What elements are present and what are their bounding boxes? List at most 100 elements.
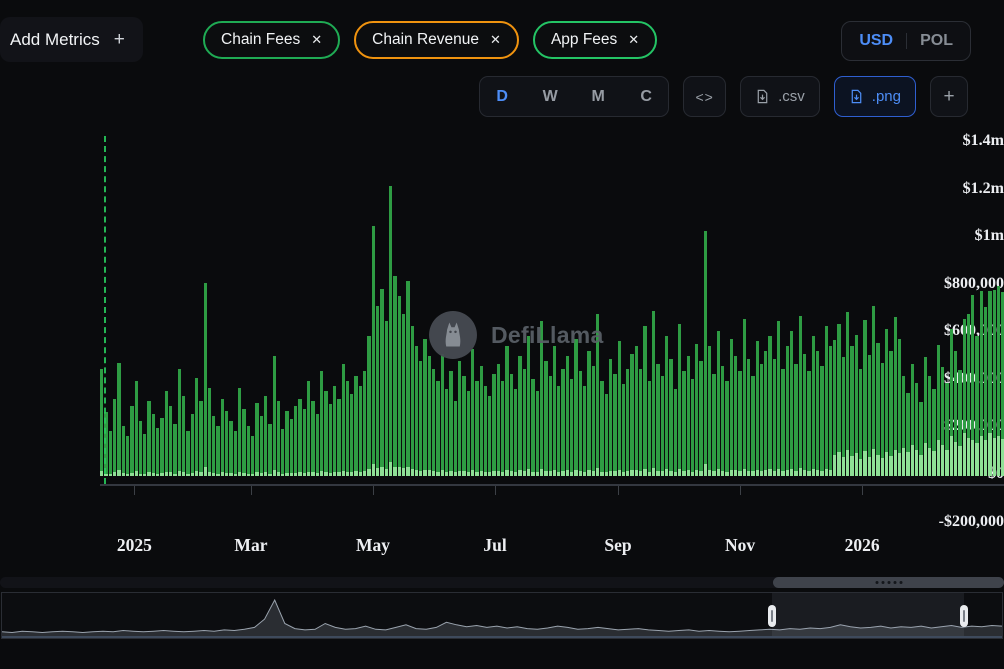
bar — [260, 416, 263, 476]
bar — [945, 383, 948, 476]
seg-app-fees — [277, 472, 280, 476]
bar — [725, 381, 728, 476]
seg-chain-fees — [380, 289, 383, 467]
bar — [553, 346, 556, 476]
interval-button-c[interactable]: C — [626, 88, 666, 106]
seg-chain-fees — [514, 389, 517, 472]
seg-app-fees — [721, 471, 724, 476]
seg-chain-fees — [980, 291, 983, 436]
seg-app-fees — [372, 464, 375, 476]
timeline-navigator[interactable] — [1, 592, 1003, 639]
seg-chain-fees — [523, 369, 526, 471]
embed-button[interactable]: <> — [683, 76, 726, 117]
horizontal-scrollbar[interactable] — [0, 577, 1004, 588]
seg-chain-fees — [398, 296, 401, 467]
bar — [751, 376, 754, 476]
add-chart-button[interactable]: + — [930, 76, 968, 117]
currency-option-pol[interactable]: POL — [907, 32, 966, 50]
seg-app-fees — [544, 471, 547, 477]
bar — [471, 349, 474, 476]
seg-app-fees — [540, 469, 543, 476]
seg-chain-fees — [613, 374, 616, 472]
seg-chain-fees — [147, 401, 150, 472]
seg-chain-fees — [260, 416, 263, 473]
seg-chain-fees — [484, 386, 487, 472]
seg-app-fees — [393, 467, 396, 477]
bar — [717, 331, 720, 476]
axis-tick — [618, 486, 619, 495]
bar — [906, 393, 909, 476]
navigator-baseline — [2, 636, 1002, 638]
bar — [199, 401, 202, 476]
seg-chain-fees — [760, 364, 763, 471]
seg-chain-fees — [423, 339, 426, 470]
seg-app-fees — [885, 452, 888, 476]
bar — [587, 351, 590, 476]
seg-chain-fees — [743, 319, 746, 469]
scrollbar-thumb[interactable] — [773, 577, 1004, 588]
bar — [406, 281, 409, 476]
seg-app-fees — [109, 474, 112, 476]
bar — [458, 361, 461, 476]
seg-app-fees — [911, 445, 914, 476]
close-icon[interactable]: ✕ — [628, 32, 639, 48]
bar — [743, 319, 746, 476]
bar — [178, 369, 181, 476]
close-icon[interactable]: ✕ — [311, 32, 322, 48]
seg-app-fees — [350, 472, 353, 476]
png-export-button[interactable]: .png — [834, 76, 916, 117]
interval-button-w[interactable]: W — [530, 88, 570, 106]
seg-app-fees — [743, 469, 746, 476]
seg-app-fees — [868, 457, 871, 476]
currency-option-usd[interactable]: USD — [846, 32, 906, 50]
plus-icon: + — [114, 29, 125, 51]
seg-app-fees — [665, 469, 668, 476]
bar — [182, 396, 185, 476]
navigator-selection[interactable] — [772, 593, 964, 638]
seg-app-fees — [872, 449, 875, 476]
seg-chain-fees — [833, 340, 836, 454]
interval-button-d[interactable]: D — [482, 88, 522, 106]
bar — [152, 414, 155, 476]
seg-app-fees — [574, 470, 577, 476]
seg-app-fees — [428, 470, 431, 476]
seg-chain-fees — [182, 396, 185, 472]
bar — [786, 346, 789, 476]
seg-app-fees — [958, 446, 961, 476]
seg-chain-fees — [799, 316, 802, 468]
seg-chain-fees — [432, 369, 435, 471]
seg-app-fees — [863, 451, 866, 476]
add-metrics-button[interactable]: Add Metrics + — [0, 17, 143, 62]
csv-export-button[interactable]: .csv — [740, 76, 820, 117]
seg-chain-fees — [311, 401, 314, 472]
bar — [704, 231, 707, 476]
seg-app-fees — [337, 472, 340, 476]
seg-app-fees — [488, 472, 491, 476]
seg-chain-fees — [553, 346, 556, 470]
bar — [734, 356, 737, 476]
seg-app-fees — [229, 473, 232, 476]
navigator-right-handle[interactable] — [960, 605, 968, 627]
seg-chain-fees — [212, 416, 215, 473]
bar — [777, 321, 780, 476]
seg-chain-fees — [863, 320, 866, 451]
bar — [583, 386, 586, 476]
seg-chain-fees — [359, 386, 362, 472]
bar — [247, 426, 250, 476]
seg-app-fees — [669, 471, 672, 477]
seg-app-fees — [566, 470, 569, 476]
seg-chain-fees — [971, 295, 974, 440]
interval-button-m[interactable]: M — [578, 88, 618, 106]
defillama-logo-icon — [428, 310, 478, 360]
seg-app-fees — [876, 455, 879, 476]
bar — [402, 314, 405, 476]
seg-chain-fees — [635, 346, 638, 470]
seg-chain-fees — [160, 418, 163, 473]
close-icon[interactable]: ✕ — [490, 32, 501, 48]
bar — [484, 386, 487, 476]
navigator-left-handle[interactable] — [768, 605, 776, 627]
seg-app-fees — [212, 473, 215, 476]
seg-app-fees — [251, 474, 254, 476]
seg-app-fees — [997, 436, 1000, 476]
seg-app-fees — [695, 470, 698, 476]
